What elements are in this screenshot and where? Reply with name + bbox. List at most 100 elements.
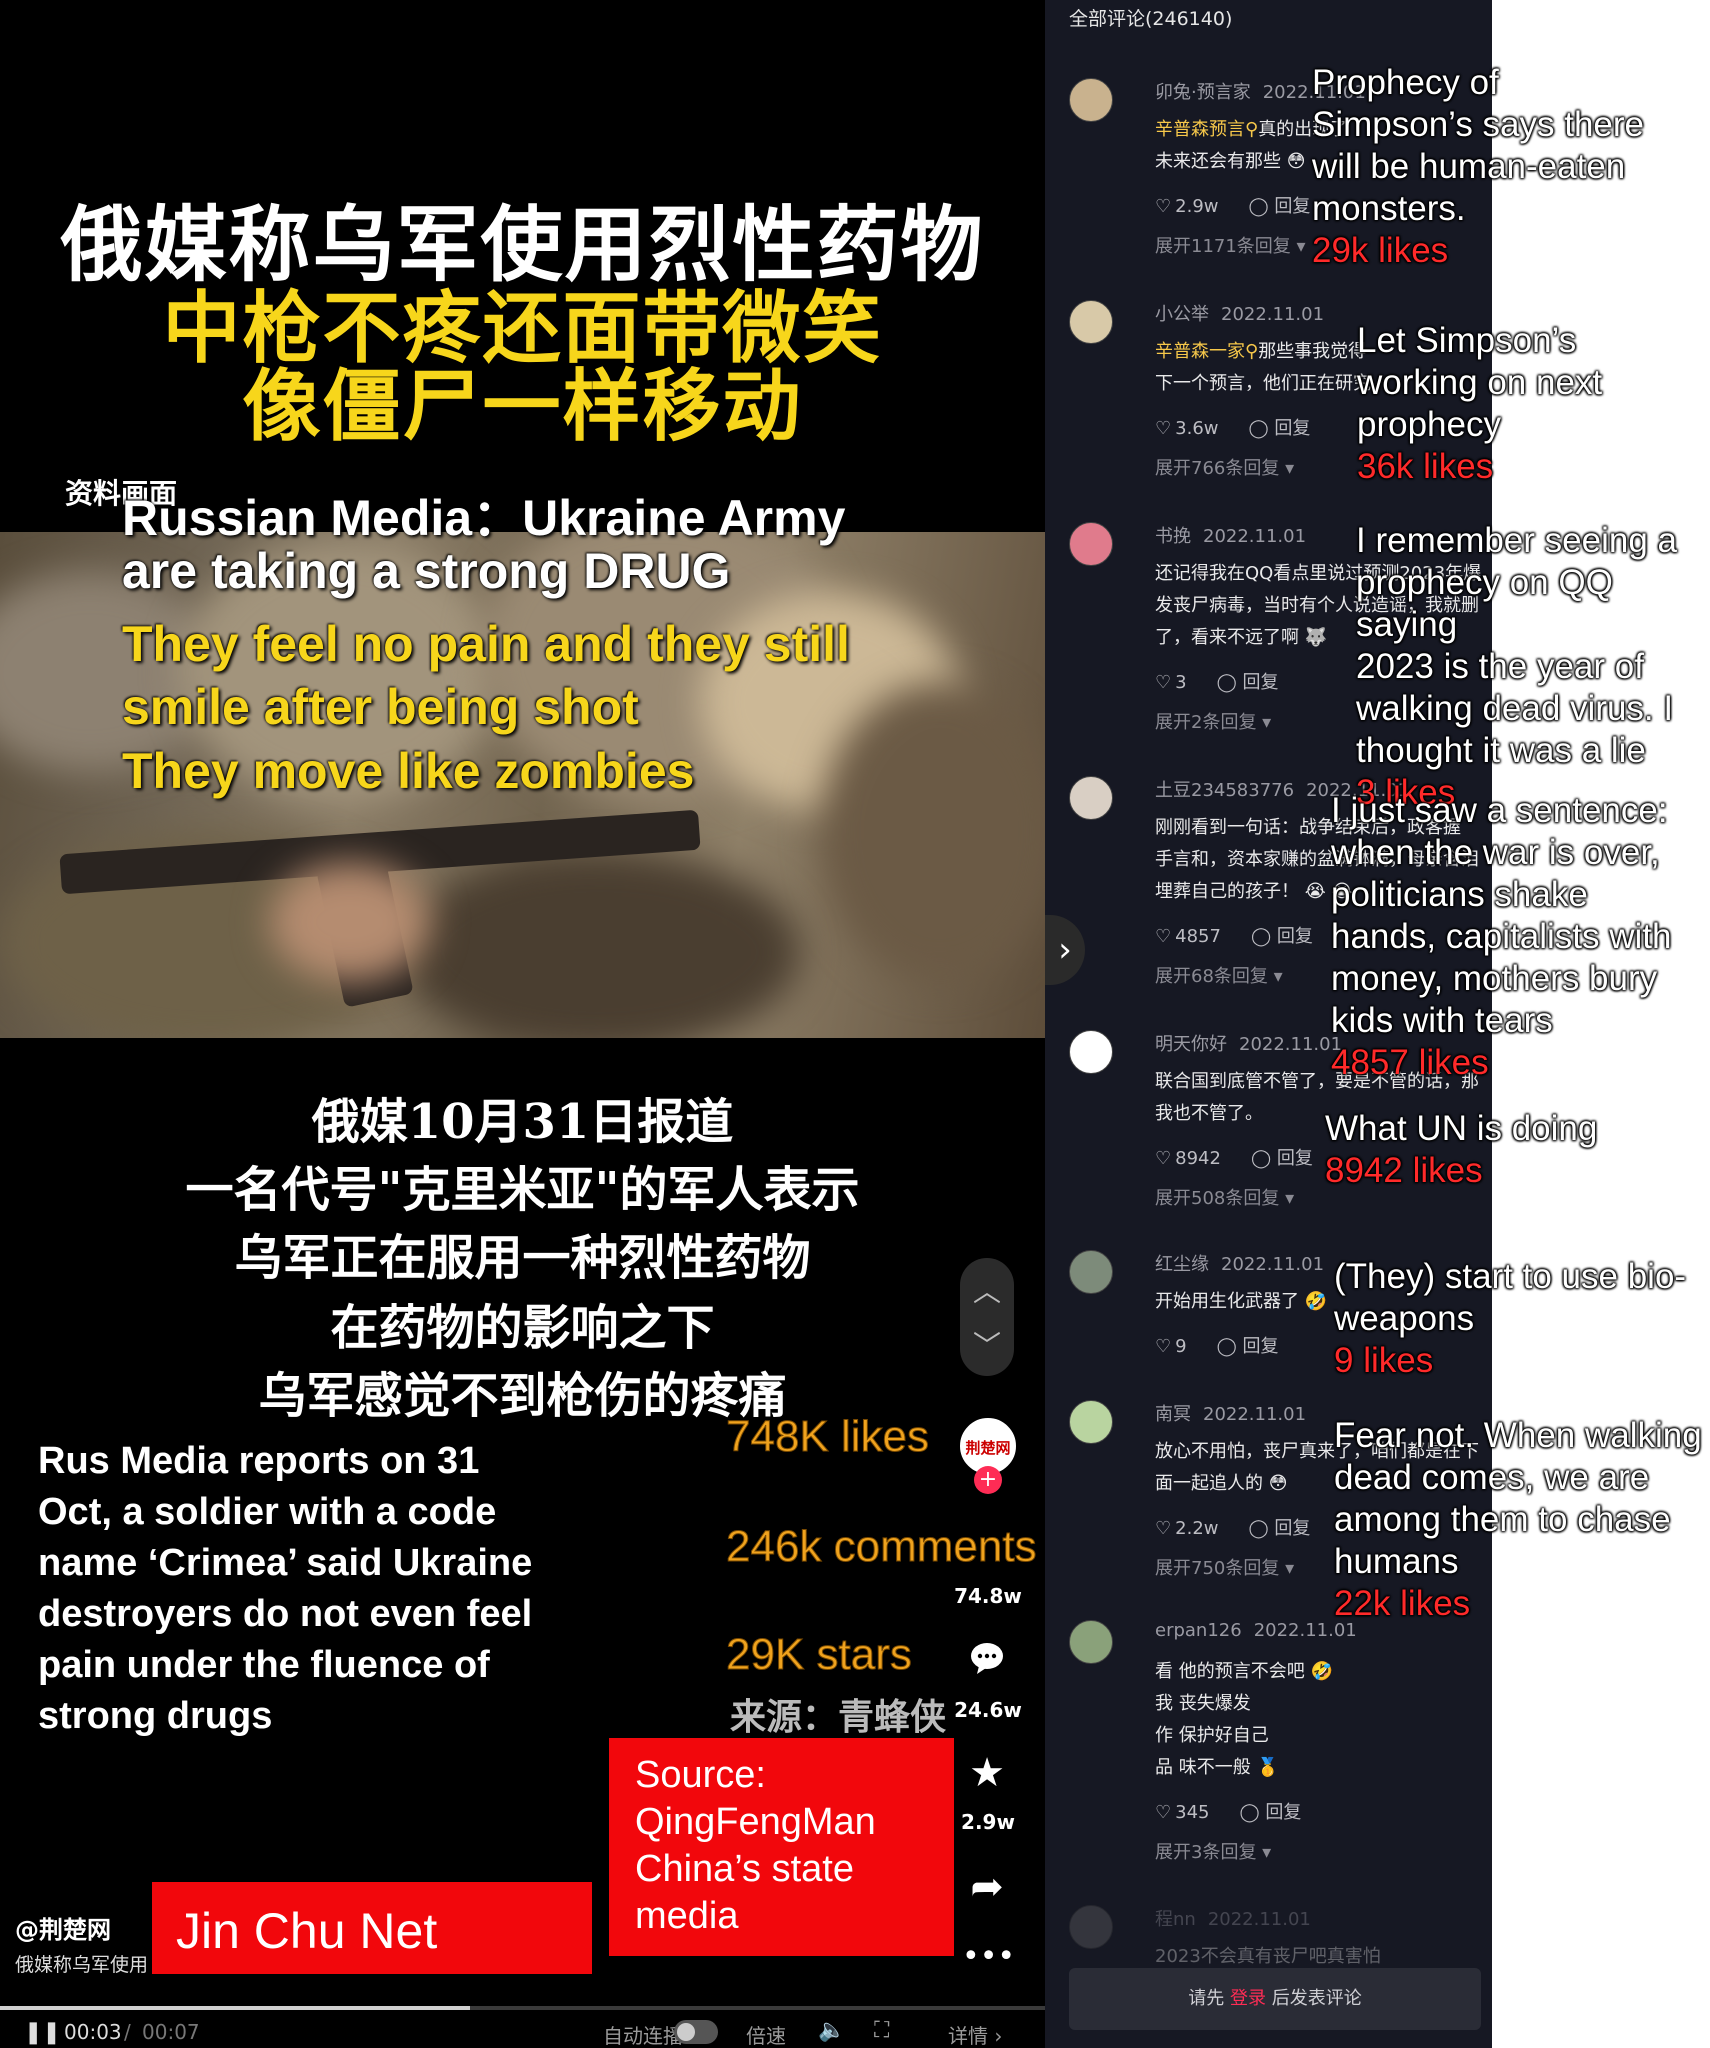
subtitle-english-5: They move like zombies	[122, 743, 695, 799]
expand-replies-button[interactable]: 展开766条回复 ▾	[1155, 454, 1294, 480]
source-annotation-text: Source: QingFengMan China’s state media	[635, 1754, 876, 1937]
volume-icon[interactable]: 🔈	[818, 2018, 845, 2043]
video-player[interactable]: 俄媒称乌军使用烈性药物 中枪不疼还面带微笑 像僵尸一样移动 资料画面 Russi…	[0, 0, 1045, 2048]
reply-icon[interactable]: ◯	[1251, 1148, 1271, 1169]
autoplay-toggle[interactable]	[674, 2020, 718, 2044]
commenter-avatar[interactable]	[1069, 522, 1113, 566]
progress-bar[interactable]	[0, 2006, 1045, 2010]
source-label: 来源：青蜂侠	[730, 1697, 947, 1738]
translation-text: Prophecy of Simpson’s says there will be…	[1312, 63, 1645, 228]
reply-button[interactable]: 回复	[1277, 926, 1313, 947]
video-description[interactable]: 俄媒称乌军使用	[15, 1950, 155, 1977]
comment-like-count: 3	[1175, 672, 1187, 693]
reply-icon[interactable]: ◯	[1217, 1336, 1237, 1357]
chevron-down-icon[interactable]: ﹀	[960, 1324, 1014, 1364]
reply-button[interactable]: 回复	[1274, 196, 1310, 217]
comment-actions: ♡ 345 ◯ 回复	[1155, 1798, 1301, 1824]
fullscreen-icon[interactable]: ⛶	[874, 2018, 889, 2043]
expand-replies-button[interactable]: 展开3条回复 ▾	[1155, 1838, 1271, 1864]
comment-like-count: 2.2w	[1175, 1518, 1219, 1539]
reply-button[interactable]: 回复	[1277, 1148, 1313, 1169]
pause-icon[interactable]: ❚❚	[24, 2020, 61, 2045]
commenter-avatar[interactable]	[1069, 1620, 1113, 1664]
commenter-avatar[interactable]	[1069, 1030, 1113, 1074]
commenter-avatar[interactable]	[1069, 78, 1113, 122]
expand-replies-button[interactable]: 展开2条回复 ▾	[1155, 708, 1271, 734]
reply-icon[interactable]: ◯	[1249, 196, 1269, 217]
heart-icon[interactable]: ♡	[1155, 1802, 1171, 1823]
star-icon[interactable]: ★	[962, 1748, 1012, 1798]
subtitle-english-1: Russian Media：Ukraine Army	[122, 490, 846, 546]
comment-hashtag[interactable]: 辛普森预言	[1155, 119, 1245, 140]
expand-replies-button[interactable]: 展开508条回复 ▾	[1155, 1184, 1294, 1210]
heart-icon[interactable]: ♡	[1155, 196, 1171, 217]
reply-icon[interactable]: ◯	[1249, 1518, 1269, 1539]
heart-icon[interactable]: ♡	[1155, 418, 1171, 439]
comment-date: 2022.11.01	[1203, 526, 1307, 547]
commenter-name[interactable]: erpan126	[1155, 1620, 1242, 1641]
heart-icon[interactable]: ♡	[1155, 1148, 1171, 1169]
follow-plus-icon[interactable]: +	[974, 1466, 1002, 1494]
reply-icon[interactable]: ◯	[1240, 1802, 1260, 1823]
reply-icon[interactable]: ◯	[1217, 672, 1237, 693]
share-icon[interactable]: ➦	[962, 1862, 1012, 1912]
commenter-name[interactable]: 小公举	[1155, 304, 1209, 325]
commenter-avatar[interactable]	[1069, 1250, 1113, 1294]
heart-icon[interactable]: ♡	[1155, 672, 1171, 693]
commenter-name-row: 南冥 2022.11.01	[1155, 1400, 1306, 1426]
speed-button[interactable]: 倍速	[746, 2020, 786, 2048]
time-total: 00:07	[142, 2020, 200, 2044]
login-prompt-bar[interactable]: 请先 登录 后发表评论	[1069, 1968, 1481, 2030]
jinchu-annotation-box: Jin Chu Net	[152, 1882, 592, 1974]
expand-replies-button[interactable]: 展开750条回复 ▾	[1155, 1554, 1294, 1580]
translation-annotation: Let Simpson’s working on next prophecy 36…	[1357, 320, 1602, 488]
reply-button[interactable]: 回复	[1274, 418, 1310, 439]
stars-annotation: 29K stars	[726, 1630, 913, 1680]
translation-text: Let Simpson’s working on next prophecy	[1357, 321, 1603, 444]
video-body-line-1: 俄媒10月31日报道	[311, 1094, 734, 1150]
commenter-avatar[interactable]	[1069, 1905, 1113, 1949]
detail-button[interactable]: 详情 ›	[948, 2020, 1002, 2048]
player-controls: ❚❚ 00:03 / 00:07 自动连播 倍速 🔈 ⛶ 详情 ›	[0, 2016, 1045, 2048]
comment-actions: ♡ 4857 ◯ 回复	[1155, 922, 1313, 948]
reply-button[interactable]: 回复	[1265, 1802, 1301, 1823]
comment-date: 2022.11.01	[1207, 1909, 1311, 1930]
commenter-avatar[interactable]	[1069, 1400, 1113, 1444]
video-body-line-2: 一名代号"克里米亚"的军人表示	[185, 1162, 860, 1218]
reply-button[interactable]: 回复	[1242, 672, 1278, 693]
reply-icon[interactable]: ◯	[1251, 926, 1271, 947]
commenter-name-row: 程nn 2022.11.01	[1155, 1905, 1311, 1931]
reply-icon[interactable]: ◯	[1249, 418, 1269, 439]
comment-icon[interactable]	[962, 1636, 1012, 1686]
comment-hashtag[interactable]: 辛普森一家	[1155, 341, 1245, 362]
translation-text: Fear not. When walking dead comes, we ar…	[1334, 1416, 1702, 1581]
commenter-name[interactable]: 书挽	[1155, 526, 1191, 547]
commenter-name[interactable]: 卯兔·预言家	[1155, 82, 1251, 103]
commenter-name[interactable]: 南冥	[1155, 1404, 1191, 1425]
search-icon: ⚲	[1245, 119, 1259, 140]
login-link[interactable]: 登录	[1230, 1988, 1266, 2009]
commenter-name[interactable]: 明天你好	[1155, 1034, 1227, 1055]
commenter-avatar[interactable]	[1069, 300, 1113, 344]
commenter-avatar[interactable]	[1069, 776, 1113, 820]
subtitle-english-3: They feel no pain and they still	[122, 616, 850, 672]
reply-button[interactable]: 回复	[1274, 1518, 1310, 1539]
more-dots-icon[interactable]: •••	[962, 1932, 1015, 1982]
author-handle[interactable]: @荆楚网	[15, 1910, 111, 1945]
expand-replies-button[interactable]: 展开68条回复 ▾	[1155, 962, 1283, 988]
commenter-name[interactable]: 红尘缘	[1155, 1254, 1209, 1275]
heart-icon[interactable]: ♡	[1155, 926, 1171, 947]
expand-replies-button[interactable]: 展开1171条回复 ▾	[1155, 232, 1306, 258]
comment-text-block: 看 他的预言不会吧 🤣 我 丧失爆发 作 保护好自己 品 味不一般 🥇	[1155, 1656, 1492, 1784]
heart-icon[interactable]: ♡	[1155, 1518, 1171, 1539]
chevron-up-icon[interactable]: ︿	[960, 1270, 1014, 1310]
like-count: 74.8w	[954, 1584, 1022, 1608]
commenter-name-row: 红尘缘 2022.11.01	[1155, 1250, 1324, 1276]
commenter-name[interactable]: 土豆234583776	[1155, 780, 1294, 801]
heart-icon[interactable]: ♡	[1155, 1336, 1171, 1357]
translation-likes: 22k likes	[1334, 1584, 1471, 1623]
commenter-name[interactable]: 程nn	[1155, 1909, 1196, 1930]
reply-button[interactable]: 回复	[1242, 1336, 1278, 1357]
comment-like-count: 9	[1175, 1336, 1187, 1357]
subtitle-english-2: are taking a strong DRUG	[122, 543, 731, 599]
